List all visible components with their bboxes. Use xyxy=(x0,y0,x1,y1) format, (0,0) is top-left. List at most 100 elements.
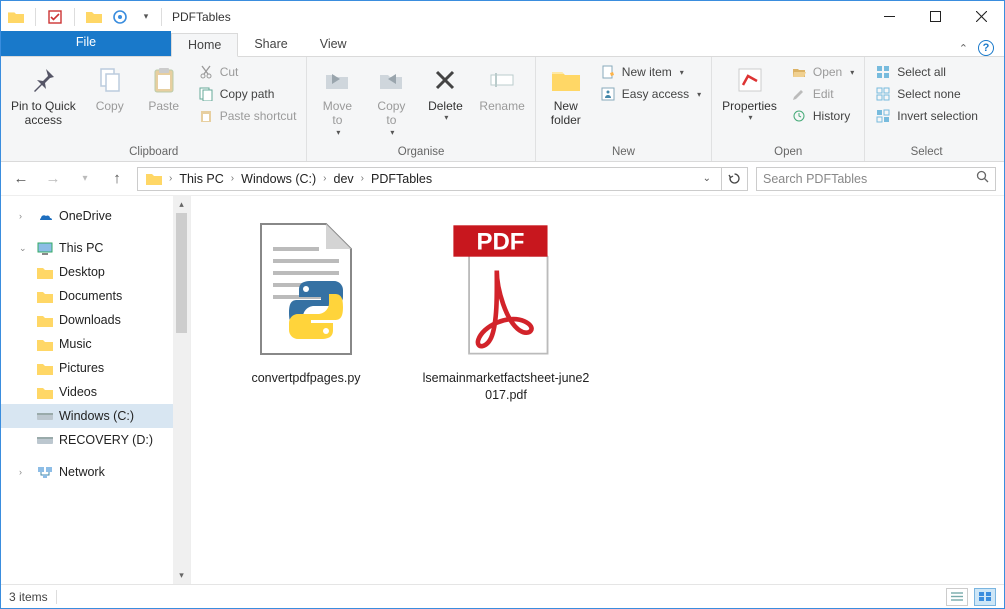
nav-network[interactable]: › Network xyxy=(1,460,190,484)
open-button[interactable]: Open ▾ xyxy=(785,62,860,82)
drive-icon xyxy=(37,432,53,448)
breadcrumb-segment[interactable]: PDFTables xyxy=(367,172,436,186)
up-button[interactable]: ↑ xyxy=(105,167,129,191)
scroll-up-icon[interactable]: ▴ xyxy=(173,196,190,213)
copy-path-button[interactable]: Copy path xyxy=(192,84,303,104)
qat-customize-dropdown[interactable]: ▾ xyxy=(135,6,157,28)
qat-sync-icon[interactable] xyxy=(109,6,131,28)
details-view-button[interactable] xyxy=(946,588,968,606)
ribbon-group-open: Properties ▾ Open ▾ E xyxy=(712,57,865,161)
maximize-button[interactable] xyxy=(912,1,958,31)
breadcrumb-segment[interactable]: dev xyxy=(330,172,358,186)
nav-label: Downloads xyxy=(59,313,121,327)
svg-text:PDF: PDF xyxy=(476,228,524,255)
chevron-down-icon: ▾ xyxy=(749,113,753,123)
file-item[interactable]: convertpdfpages.py xyxy=(221,214,391,387)
status-item-count: 3 items xyxy=(9,590,48,604)
select-none-button[interactable]: Select none xyxy=(869,84,984,104)
nav-recovery-d[interactable]: RECOVERY (D:) xyxy=(1,428,190,452)
nav-downloads[interactable]: Downloads xyxy=(1,308,190,332)
tab-file[interactable]: File xyxy=(1,31,171,56)
tab-view[interactable]: View xyxy=(304,32,363,56)
back-button[interactable]: ← xyxy=(9,167,33,191)
edit-button[interactable]: Edit xyxy=(785,84,860,104)
invert-selection-icon xyxy=(875,108,891,124)
help-icon[interactable]: ? xyxy=(978,40,994,56)
rename-label: Rename xyxy=(479,99,524,113)
folder-icon xyxy=(37,264,53,280)
copy-to-button[interactable]: Copy to ▾ xyxy=(365,60,417,137)
select-all-button[interactable]: Select all xyxy=(869,62,984,82)
breadcrumb-segment[interactable]: This PC xyxy=(175,172,227,186)
paste-label: Paste xyxy=(148,99,179,113)
delete-button[interactable]: Delete ▾ xyxy=(419,60,471,123)
copy-button[interactable]: Copy xyxy=(84,60,136,113)
select-group-label: Select xyxy=(869,144,984,161)
properties-icon xyxy=(733,63,767,97)
large-icons-view-button[interactable] xyxy=(974,588,996,606)
history-button[interactable]: History xyxy=(785,106,860,126)
chevron-right-icon[interactable]: › xyxy=(358,173,367,184)
tab-home[interactable]: Home xyxy=(171,33,238,57)
close-button[interactable] xyxy=(958,1,1004,31)
nav-this-pc[interactable]: ⌄ This PC xyxy=(1,236,190,260)
cut-button[interactable]: Cut xyxy=(192,62,303,82)
search-input[interactable] xyxy=(763,172,976,186)
minimize-button[interactable] xyxy=(866,1,912,31)
open-group-label: Open xyxy=(716,144,860,161)
tab-share[interactable]: Share xyxy=(238,32,303,56)
easy-access-button[interactable]: Easy access ▾ xyxy=(594,84,707,104)
pin-to-quick-access-button[interactable]: Pin to Quick access xyxy=(5,60,82,128)
nav-scrollbar[interactable]: ▴ ▾ xyxy=(173,196,190,584)
nav-onedrive[interactable]: › OneDrive xyxy=(1,204,190,228)
qat-properties-icon[interactable] xyxy=(44,6,66,28)
forward-button[interactable]: → xyxy=(41,167,65,191)
recent-locations-button[interactable]: ▾ xyxy=(73,167,97,191)
nav-pictures[interactable]: Pictures xyxy=(1,356,190,380)
refresh-button[interactable] xyxy=(722,167,748,191)
clipboard-group-label: Clipboard xyxy=(5,144,302,161)
paste-button[interactable]: Paste xyxy=(138,60,190,113)
chevron-right-icon[interactable]: › xyxy=(320,173,329,184)
rename-button[interactable]: Rename xyxy=(473,60,530,113)
properties-button[interactable]: Properties ▾ xyxy=(716,60,783,123)
select-all-label: Select all xyxy=(897,65,946,79)
breadcrumb[interactable]: › This PC › Windows (C:) › dev › PDFTabl… xyxy=(137,167,722,191)
expand-caret-icon[interactable]: › xyxy=(19,467,29,477)
collapse-caret-icon[interactable]: ⌄ xyxy=(19,243,29,254)
file-item[interactable]: PDF lsemainmarketfactsheet-june2017.pdf xyxy=(421,214,591,404)
nav-windows-c[interactable]: Windows (C:) xyxy=(1,404,190,428)
search-box[interactable] xyxy=(756,167,996,191)
nav-music[interactable]: Music xyxy=(1,332,190,356)
address-dropdown-icon[interactable]: ⌄ xyxy=(697,173,717,184)
qat-new-folder-icon[interactable] xyxy=(83,6,105,28)
chevron-right-icon[interactable]: › xyxy=(228,173,237,184)
new-group-label: New xyxy=(540,144,707,161)
new-item-button[interactable]: New item ▾ xyxy=(594,62,707,82)
folder-icon xyxy=(37,384,53,400)
new-folder-button[interactable]: New folder xyxy=(540,60,592,128)
copy-to-label: Copy to xyxy=(377,99,405,128)
cut-label: Cut xyxy=(220,65,239,79)
window-title: PDFTables xyxy=(172,10,231,24)
scroll-down-icon[interactable]: ▾ xyxy=(173,567,190,584)
nav-label: Music xyxy=(59,337,92,351)
expand-caret-icon[interactable]: › xyxy=(19,211,29,221)
collapse-ribbon-icon[interactable]: ⌃ xyxy=(959,42,968,55)
nav-documents[interactable]: Documents xyxy=(1,284,190,308)
file-list[interactable]: convertpdfpages.py PDF lsemainmarketfact… xyxy=(191,196,1004,584)
chevron-right-icon[interactable]: › xyxy=(166,173,175,184)
nav-label: Documents xyxy=(59,289,122,303)
invert-selection-button[interactable]: Invert selection xyxy=(869,106,984,126)
breadcrumb-segment[interactable]: Windows (C:) xyxy=(237,172,320,186)
scroll-thumb[interactable] xyxy=(176,213,187,333)
chevron-down-icon: ▾ xyxy=(680,68,684,77)
nav-desktop[interactable]: Desktop xyxy=(1,260,190,284)
breadcrumb-root-icon[interactable] xyxy=(142,172,166,185)
search-icon[interactable] xyxy=(976,170,989,188)
paste-shortcut-button[interactable]: Paste shortcut xyxy=(192,106,303,126)
this-pc-icon xyxy=(37,240,53,256)
nav-label: Videos xyxy=(59,385,97,399)
nav-videos[interactable]: Videos xyxy=(1,380,190,404)
move-to-button[interactable]: Move to ▾ xyxy=(311,60,363,137)
